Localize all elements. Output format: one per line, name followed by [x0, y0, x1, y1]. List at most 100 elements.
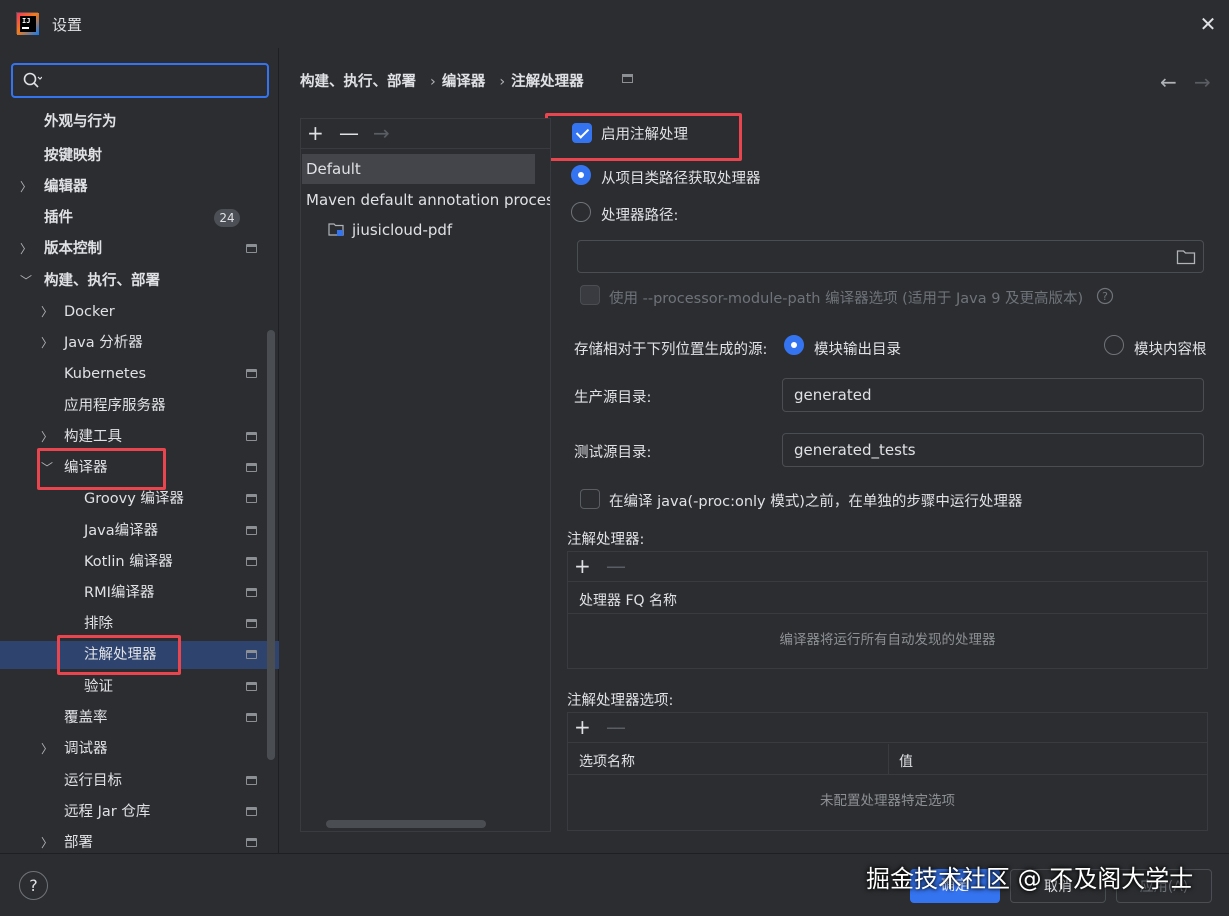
options-col-name[interactable]: 选项名称	[579, 751, 635, 771]
project-scope-icon	[246, 494, 257, 503]
store-output-radio[interactable]	[784, 335, 804, 355]
from-classpath-radio[interactable]	[571, 165, 591, 185]
sidebar-item-build[interactable]: ﹀ 构建、执行、部署	[0, 267, 270, 295]
watermark: 掘金技术社区 @ 不及阁大学士	[866, 865, 1194, 893]
chevron-right-icon[interactable]: 〉	[19, 235, 33, 263]
project-scope-icon	[246, 244, 257, 253]
breadcrumb-separator-icon: ›	[430, 74, 436, 90]
options-col-value[interactable]: 值	[899, 751, 913, 771]
enable-annotation-checkbox[interactable]	[572, 123, 592, 143]
project-scope-icon	[246, 713, 257, 722]
chevron-right-icon[interactable]: 〉	[40, 423, 54, 451]
project-scope-icon	[246, 557, 257, 566]
chevron-right-icon[interactable]: 〉	[40, 298, 54, 326]
plugins-count-badge: 24	[214, 209, 240, 227]
remove-icon[interactable]: —	[339, 119, 359, 147]
store-output-label: 模块输出目录	[814, 342, 901, 358]
project-scope-icon	[246, 682, 257, 691]
test-dir-input[interactable]: generated_tests	[782, 433, 1204, 467]
store-content-root-radio[interactable]	[1104, 335, 1124, 355]
folder-icon[interactable]	[1176, 249, 1196, 265]
sidebar-item-java-compiler[interactable]: Java编译器	[0, 517, 270, 545]
remove-icon[interactable]: —	[606, 713, 626, 741]
module-folder-icon	[328, 223, 344, 236]
sidebar-item-excludes[interactable]: 排除	[0, 610, 270, 638]
project-scope-icon	[622, 74, 633, 83]
remove-icon[interactable]: —	[606, 552, 626, 580]
project-scope-icon	[246, 432, 257, 441]
profile-module[interactable]: jiusicloud-pdf	[352, 216, 452, 244]
window-title: 设置	[52, 16, 83, 34]
sidebar-item-build-tools[interactable]: 〉构建工具	[0, 423, 270, 451]
sidebar-item-coverage[interactable]: 覆盖率	[0, 704, 270, 732]
project-scope-icon	[246, 588, 257, 597]
project-scope-icon	[246, 838, 257, 847]
back-arrow-icon[interactable]: ←	[1160, 70, 1177, 94]
project-scope-icon	[246, 619, 257, 628]
processors-empty-message: 编译器将运行所有自动发现的处理器	[779, 632, 996, 648]
processors-header: 处理器 FQ 名称	[568, 583, 1207, 614]
project-scope-icon	[246, 526, 257, 535]
sidebar-item-remote-jar[interactable]: 远程 Jar 仓库	[0, 798, 270, 826]
help-button[interactable]: ?	[19, 871, 48, 900]
breadcrumb-item[interactable]: 编译器	[442, 74, 486, 90]
sidebar-item-kubernetes[interactable]: Kubernetes	[0, 360, 270, 388]
sidebar-item-debugger[interactable]: 〉调试器	[0, 735, 270, 763]
chevron-right-icon[interactable]: 〉	[40, 735, 54, 763]
add-icon[interactable]: +	[574, 713, 591, 741]
profiles-scrollbar[interactable]	[326, 820, 486, 828]
chevron-down-icon[interactable]: ﹀	[19, 267, 33, 295]
processor-path-label: 处理器路径:	[601, 208, 679, 224]
sidebar-item-validation[interactable]: 验证	[0, 673, 270, 701]
sidebar-item-app-servers[interactable]: 应用程序服务器	[0, 392, 270, 420]
separate-step-label: 在编译 java(-proc:only 模式)之前，在单独的步骤中运行处理器	[609, 494, 1023, 510]
breadcrumb-item[interactable]: 构建、执行、部署	[300, 74, 416, 90]
processor-path-radio[interactable]	[571, 202, 591, 222]
intellij-logo-icon: IJ	[16, 12, 39, 35]
move-arrow-icon[interactable]: →	[373, 119, 390, 147]
project-scope-icon	[246, 369, 257, 378]
processors-toolbar: + —	[568, 552, 1207, 582]
chevron-right-icon[interactable]: 〉	[19, 173, 33, 201]
search-icon	[23, 72, 42, 88]
highlight-compiler	[37, 448, 166, 490]
processor-path-input[interactable]	[577, 240, 1204, 273]
sidebar-item-keymap[interactable]: 按键映射	[0, 142, 270, 170]
search-input[interactable]	[11, 63, 269, 98]
chevron-right-icon[interactable]: 〉	[40, 329, 54, 357]
project-scope-icon	[246, 776, 257, 785]
project-scope-icon	[246, 807, 257, 816]
breadcrumb: 构建、执行、部署 › 编译器 › 注解处理器	[300, 70, 592, 90]
sidebar-item-appearance[interactable]: 外观与行为	[0, 108, 270, 136]
sidebar-item-run-targets[interactable]: 运行目标	[0, 767, 270, 795]
help-icon[interactable]: ?	[1096, 287, 1114, 305]
processors-col-fq-name[interactable]: 处理器 FQ 名称	[579, 590, 677, 610]
profile-default[interactable]: Default	[302, 154, 535, 184]
project-scope-icon	[246, 650, 257, 659]
sidebar-item-editor[interactable]: 〉编辑器	[0, 173, 270, 201]
sidebar-item-kotlin-compiler[interactable]: Kotlin 编译器	[0, 548, 270, 576]
sidebar-item-docker[interactable]: 〉 Docker	[0, 298, 270, 326]
prod-dir-input[interactable]: generated	[782, 378, 1204, 412]
sidebar-item-rmi-compiler[interactable]: RMI编译器	[0, 579, 270, 607]
add-icon[interactable]: +	[307, 119, 324, 147]
processors-title: 注解处理器:	[567, 532, 645, 548]
options-title: 注解处理器选项:	[567, 693, 674, 709]
store-generated-label: 存储相对于下列位置生成的源:	[574, 342, 768, 358]
module-path-label: 使用 --processor-module-path 编译器选项 (适用于 Ja…	[609, 291, 1084, 307]
sidebar-item-vcs[interactable]: 〉版本控制	[0, 235, 270, 263]
sidebar-item-java-profiler[interactable]: 〉 Java 分析器	[0, 329, 270, 357]
options-header: 选项名称 值	[568, 744, 1207, 775]
sidebar-scrollbar[interactable]	[267, 330, 275, 760]
options-empty-message: 未配置处理器特定选项	[820, 793, 955, 809]
module-path-checkbox[interactable]	[580, 285, 600, 305]
title-bar	[0, 0, 1229, 48]
breadcrumb-item: 注解处理器	[511, 74, 584, 90]
separate-step-checkbox[interactable]	[580, 489, 600, 509]
breadcrumb-separator-icon: ›	[499, 74, 506, 90]
svg-text:?: ?	[1102, 290, 1108, 303]
add-icon[interactable]: +	[574, 552, 591, 580]
close-icon[interactable]: ✕	[1196, 12, 1220, 36]
forward-arrow-icon[interactable]: →	[1194, 70, 1211, 94]
profile-maven[interactable]: Maven default annotation processors prof…	[306, 186, 550, 214]
